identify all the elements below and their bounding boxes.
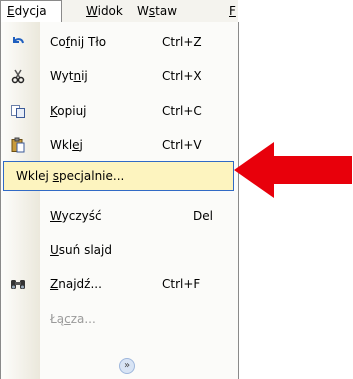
menu-widok[interactable]: Widok: [86, 2, 123, 20]
menu-item-find[interactable]: Znajdź... Ctrl+F: [1, 268, 238, 300]
menu-bar: Edycja Widok Wstaw F: [0, 0, 238, 23]
menu-item-copy[interactable]: Kopiuj Ctrl+C: [1, 95, 238, 127]
menu-item-label: Usuń slajd: [50, 243, 112, 257]
chevron-double-down-icon[interactable]: »: [119, 358, 135, 374]
red-arrow-icon: [234, 142, 352, 198]
menu-item-shortcut: Ctrl+F: [162, 277, 201, 291]
menu-item-label: Wklej: [50, 138, 83, 152]
menu-edycja[interactable]: Edycja: [0, 0, 62, 23]
scissors-icon: [9, 67, 27, 85]
paste-icon: [9, 136, 27, 154]
menu-item-paste[interactable]: Wklej Ctrl+V: [1, 129, 238, 161]
menu-item-shortcut: Ctrl+C: [162, 104, 202, 118]
menu-item-label: Kopiuj: [50, 104, 87, 118]
menu-item-delete-slide[interactable]: Usuń slajd: [1, 234, 238, 266]
menu-item-clear[interactable]: Wyczyść Del: [1, 200, 238, 232]
menu-item-label: Cofnij Tło: [50, 35, 107, 49]
binoculars-icon: [9, 275, 27, 293]
menu-item-shortcut: Del: [193, 209, 213, 223]
menu-item-shortcut: Ctrl+Z: [162, 35, 202, 49]
menu-item-label: Wklej specjalnie...: [16, 169, 125, 183]
menu-item-label: Wytnij: [50, 69, 88, 83]
menu-item-paste-special[interactable]: Wklej specjalnie...: [3, 161, 234, 191]
menu-item-links: Łącza...: [1, 303, 238, 335]
menu-item-shortcut: Ctrl+V: [162, 138, 202, 152]
edit-dropdown-menu: Cofnij Tło Ctrl+Z Wytnij Ctrl+X Kopiuj C…: [0, 22, 239, 379]
copy-icon: [9, 102, 27, 120]
menu-item-cut[interactable]: Wytnij Ctrl+X: [1, 60, 238, 92]
menu-item-undo[interactable]: Cofnij Tło Ctrl+Z: [1, 26, 238, 58]
menu-item-label: Łącza...: [50, 312, 96, 326]
menu-item-label: Znajdź...: [50, 277, 102, 291]
menu-wstaw[interactable]: Wstaw: [137, 2, 177, 20]
menu-item-label: Wyczyść: [50, 209, 102, 223]
undo-icon: [9, 33, 27, 51]
menu-item-shortcut: Ctrl+X: [162, 69, 202, 83]
menu-format[interactable]: F: [229, 2, 236, 20]
